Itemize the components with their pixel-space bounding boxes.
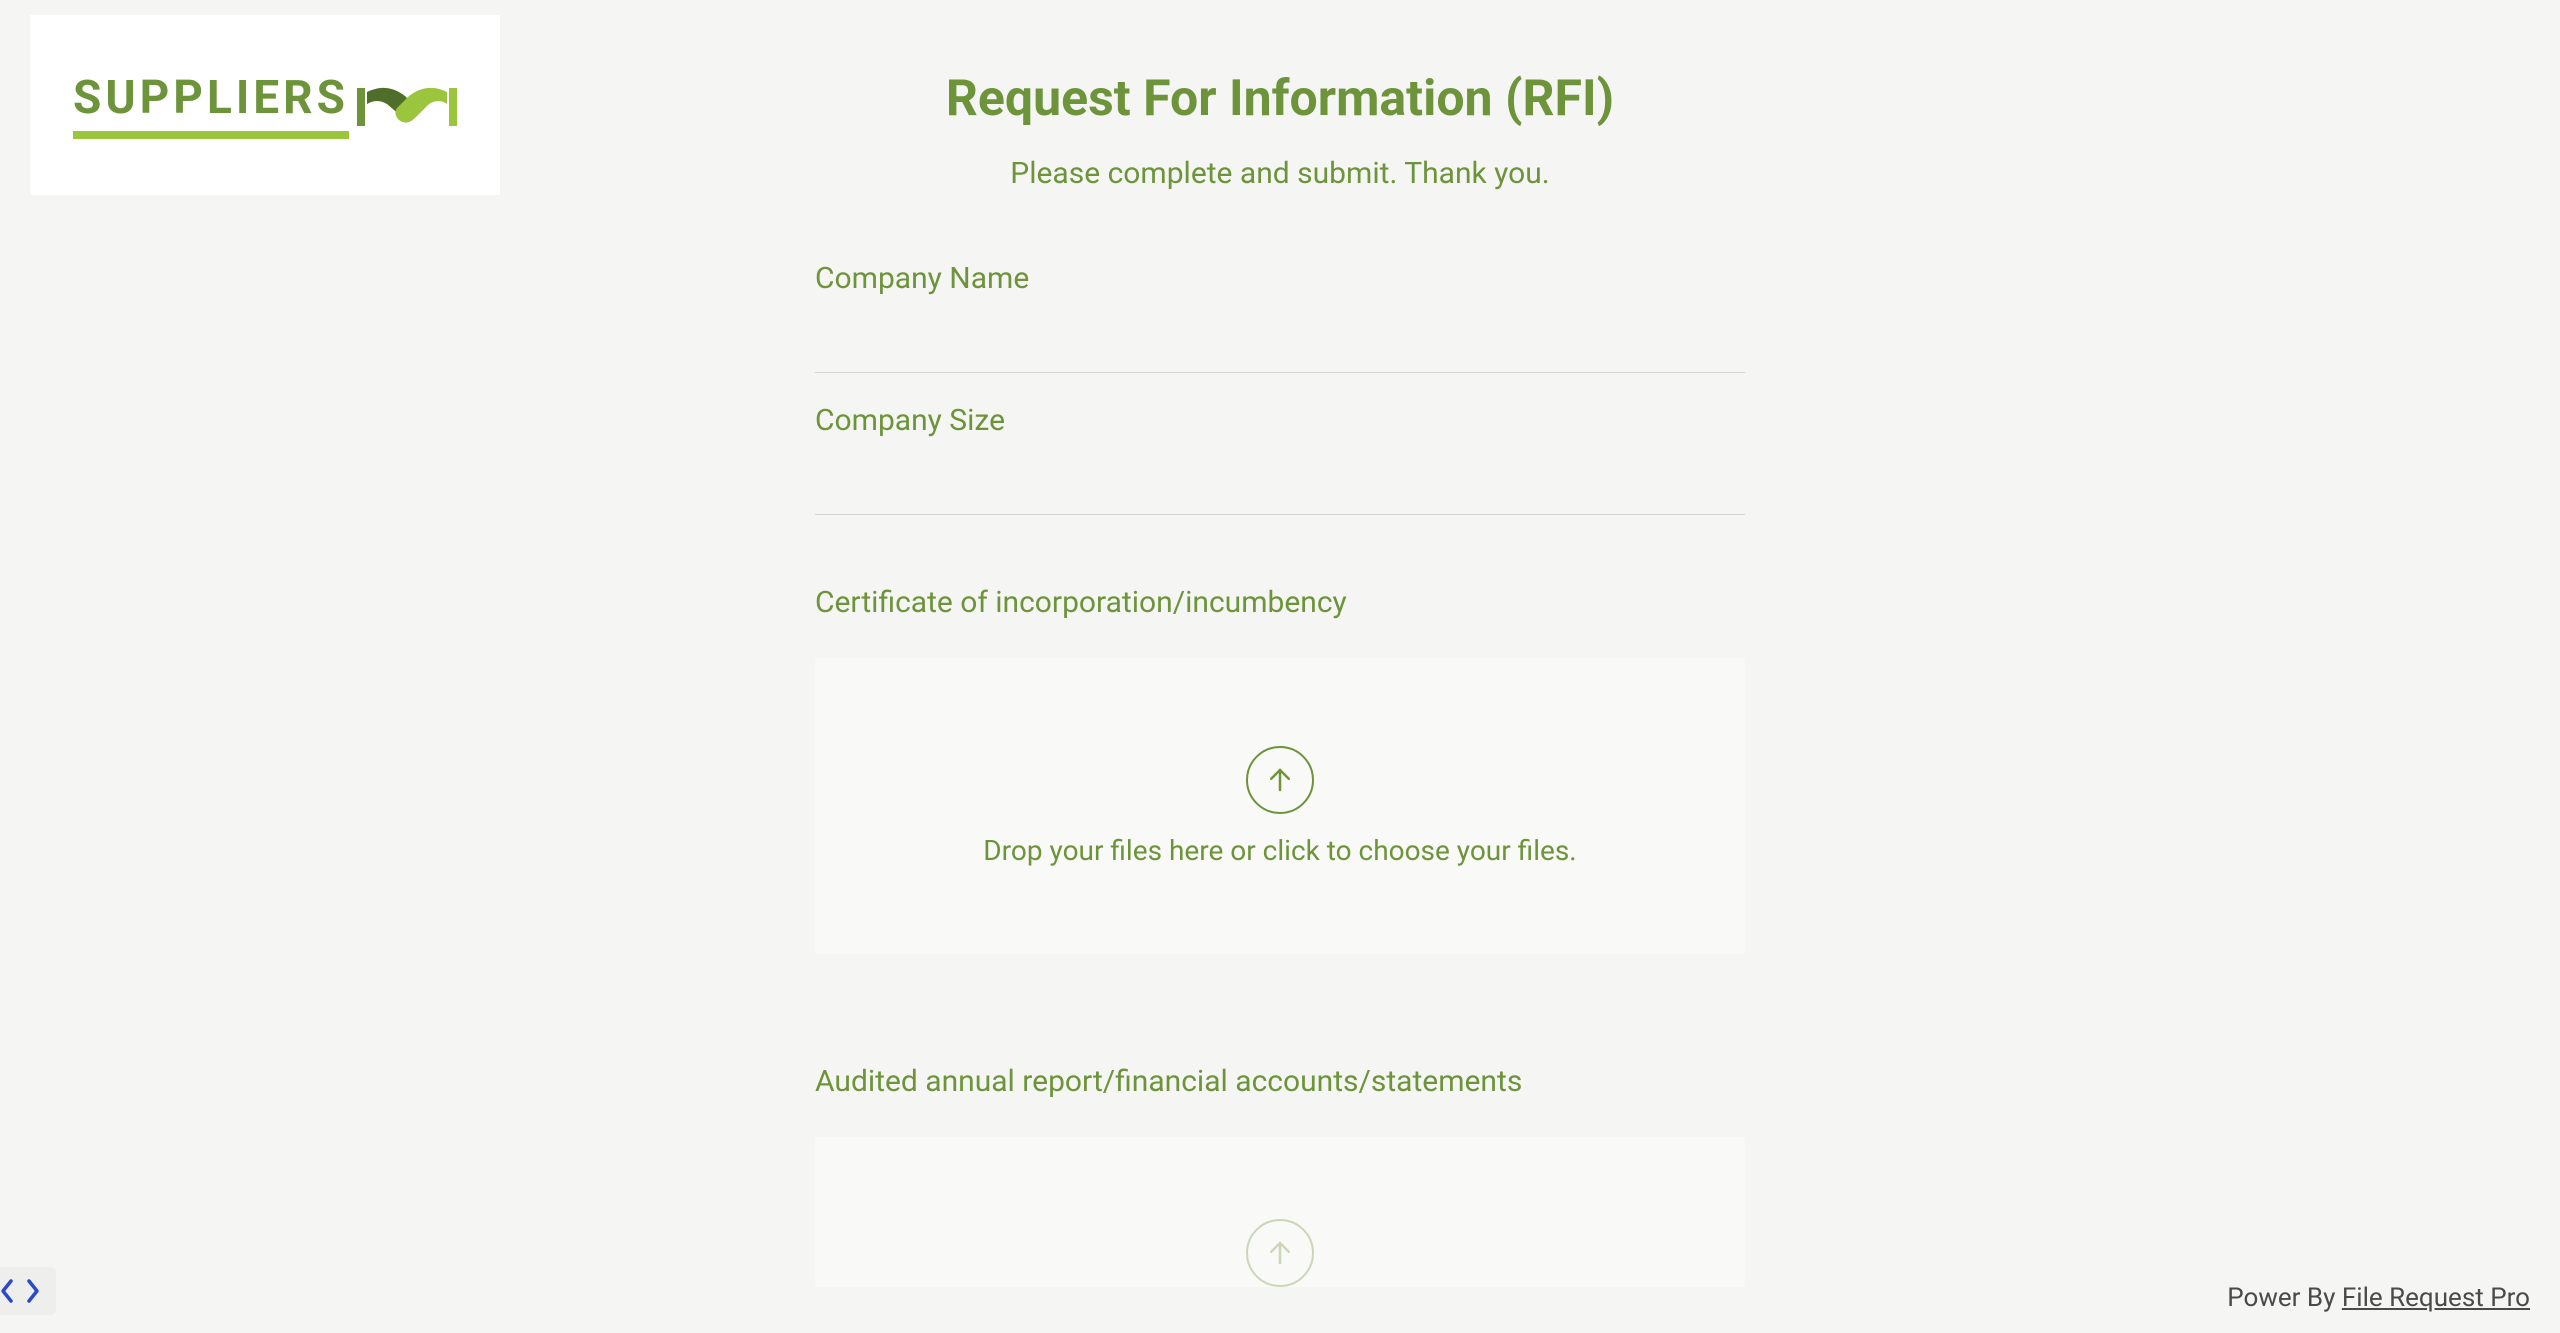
certificate-upload-section: Certificate of incorporation/incumbency … [815, 585, 1745, 954]
company-name-input[interactable] [815, 304, 1745, 373]
logo-underline [73, 131, 349, 139]
company-size-input[interactable] [815, 446, 1745, 515]
upload-icon [1246, 746, 1314, 814]
certificate-dropzone-text: Drop your files here or click to choose … [983, 834, 1576, 867]
company-name-field: Company Name [815, 261, 1745, 373]
form-title: Request For Information (RFI) [815, 70, 1745, 128]
logo-text: SUPPLIERS [73, 71, 349, 125]
company-size-field: Company Size [815, 403, 1745, 515]
handshake-icon [357, 70, 457, 140]
audited-report-upload-label: Audited annual report/financial accounts… [815, 1064, 1745, 1099]
footer-prefix: Power By [2227, 1283, 2342, 1313]
nav-next-button[interactable] [20, 1273, 46, 1309]
form-subtitle: Please complete and submit. Thank you. [815, 156, 1745, 191]
nav-tray [0, 1267, 56, 1315]
footer-link[interactable]: File Request Pro [2342, 1283, 2530, 1313]
audited-report-upload-section: Audited annual report/financial accounts… [815, 1064, 1745, 1287]
logo: SUPPLIERS [73, 70, 457, 140]
company-name-label: Company Name [815, 261, 1745, 296]
audited-report-dropzone[interactable] [815, 1137, 1745, 1287]
footer-credit: Power By File Request Pro [2227, 1283, 2530, 1313]
certificate-upload-label: Certificate of incorporation/incumbency [815, 585, 1745, 620]
certificate-dropzone[interactable]: Drop your files here or click to choose … [815, 658, 1745, 954]
rfi-form: Request For Information (RFI) Please com… [815, 70, 1745, 1287]
company-size-label: Company Size [815, 403, 1745, 438]
nav-prev-button[interactable] [0, 1273, 20, 1309]
upload-icon [1246, 1219, 1314, 1287]
logo-container: SUPPLIERS [30, 15, 500, 195]
